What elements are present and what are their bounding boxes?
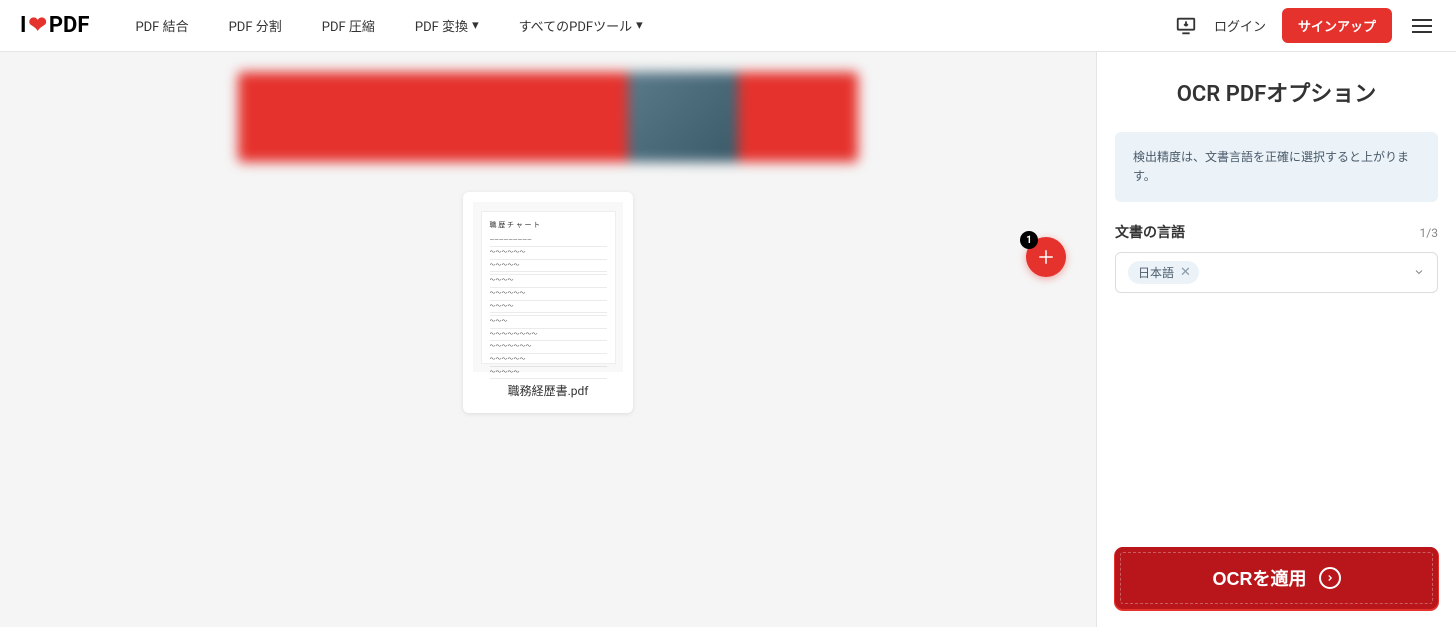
topbar: I ❤ PDF PDF 結合 PDF 分割 PDF 圧縮 PDF 変換 ▾ すべ…: [0, 0, 1456, 52]
info-message: 検出精度は、文書言語を正確に選択すると上がります。: [1115, 132, 1438, 202]
file-name: 職務経歴書.pdf: [473, 382, 623, 403]
plus-icon: [1037, 248, 1055, 266]
language-select[interactable]: 日本語 ✕: [1115, 252, 1438, 293]
desktop-download-icon[interactable]: [1174, 14, 1198, 38]
file-thumbnail: 職 歴 チ ャ ー ト ――――――――― ～～～～～～ ～～～～～ ～～～～ …: [473, 202, 623, 372]
language-chip: 日本語 ✕: [1128, 261, 1199, 284]
nav-convert[interactable]: PDF 変換 ▾: [399, 8, 495, 43]
remove-language-icon[interactable]: ✕: [1180, 266, 1191, 279]
chevron-down-icon: [1413, 263, 1425, 282]
file-card[interactable]: 職 歴 チ ャ ー ト ――――――――― ～～～～～～ ～～～～～ ～～～～ …: [463, 192, 633, 413]
language-section: 文書の言語 1/3 日本語 ✕: [1115, 222, 1438, 293]
nav-all-tools[interactable]: すべてのPDFツール ▾: [503, 8, 659, 43]
ad-banner[interactable]: [238, 72, 858, 162]
apply-ocr-button[interactable]: OCRを適用: [1115, 547, 1438, 609]
arrow-right-circle-icon: [1319, 567, 1341, 589]
add-file-button[interactable]: 1: [1026, 237, 1066, 277]
workspace: 職 歴 チ ャ ー ト ――――――――― ～～～～～～ ～～～～～ ～～～～ …: [0, 52, 1096, 627]
signup-button[interactable]: サインアップ: [1282, 8, 1392, 43]
logo-suffix: PDF: [49, 13, 90, 38]
apply-button-label: OCRを適用: [1213, 565, 1307, 591]
main: 職 歴 チ ャ ー ト ――――――――― ～～～～～～ ～～～～～ ～～～～ …: [0, 52, 1456, 627]
caret-down-icon: ▾: [472, 18, 479, 33]
nav-split[interactable]: PDF 分割: [213, 8, 298, 43]
language-count: 1/3: [1420, 226, 1438, 240]
menu-icon[interactable]: [1408, 15, 1436, 37]
main-nav: PDF 結合 PDF 分割 PDF 圧縮 PDF 変換 ▾ すべてのPDFツール…: [119, 8, 1174, 43]
nav-compress[interactable]: PDF 圧縮: [306, 8, 391, 43]
language-label: 文書の言語: [1115, 222, 1185, 242]
sidebar-title: OCR PDFオプション: [1097, 52, 1456, 132]
options-sidebar: OCR PDFオプション 検出精度は、文書言語を正確に選択すると上がります。 文…: [1096, 52, 1456, 627]
login-link[interactable]: ログイン: [1214, 16, 1266, 35]
logo-prefix: I: [20, 13, 26, 38]
language-chip-label: 日本語: [1138, 264, 1174, 281]
nav-merge[interactable]: PDF 結合: [119, 8, 204, 43]
caret-down-icon: ▾: [636, 18, 643, 33]
heart-icon: ❤: [28, 13, 46, 38]
file-count-badge: 1: [1020, 231, 1038, 249]
logo[interactable]: I ❤ PDF: [20, 13, 89, 38]
topbar-right: ログイン サインアップ: [1174, 8, 1436, 43]
